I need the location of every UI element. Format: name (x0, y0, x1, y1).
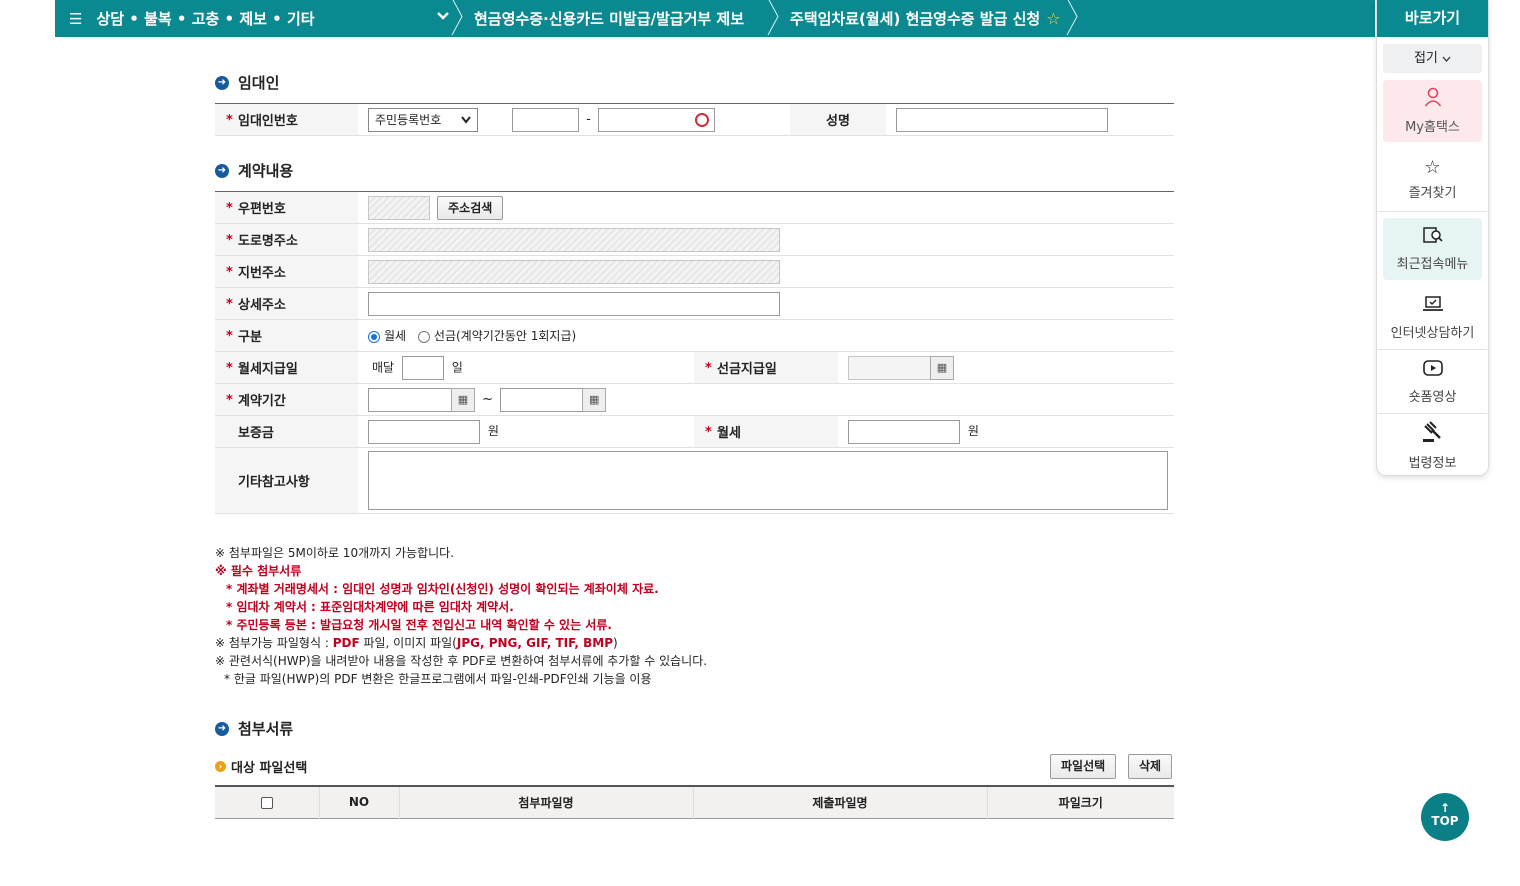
select-all-checkbox[interactable] (260, 796, 273, 809)
zip-input (368, 195, 430, 220)
section-contract-heading: ➜ 계약내용 (215, 160, 293, 181)
breadcrumb-label: 현금영수증·신용카드 미발급/발급거부 제보 (474, 10, 745, 28)
favorite-star-icon[interactable]: ☆ (1046, 9, 1060, 28)
file-select-heading: › 대상 파일선택 (215, 757, 307, 776)
rent-input[interactable] (848, 419, 960, 444)
scroll-top-button[interactable]: ↑ TOP (1421, 793, 1469, 841)
calendar-icon[interactable]: ▦ (451, 387, 475, 412)
prepay-date-input (848, 355, 931, 380)
recent-search-icon (1422, 226, 1443, 249)
id-front-input[interactable] (512, 107, 579, 132)
landlord-id-label: * 임대인번호 (215, 103, 358, 136)
quick-menu-panel: 바로가기 접기 My홈택스 ☆ 즐겨찾기 최근접속메뉴 인터넷상담하기 숏폼영상… (1376, 0, 1489, 476)
id-type-select[interactable]: 주민등록번호 (368, 107, 478, 132)
id-back-input[interactable] (597, 107, 715, 132)
quick-favorites[interactable]: ☆ 즐겨찾기 (1378, 148, 1487, 212)
cut-off-text (215, 37, 1085, 44)
rent-label: 월세 (717, 426, 741, 441)
gavel-icon (1421, 421, 1445, 448)
deposit-input[interactable] (368, 419, 480, 444)
attachment-notes: ※ 첨부파일은 5M이하로 10개까지 가능합니다. ※ 필수 첨부서류 * 계… (215, 546, 708, 686)
radio-prepay[interactable] (417, 330, 430, 343)
quick-my-hometax[interactable]: My홈택스 (1383, 80, 1482, 142)
address-search-button[interactable]: 주소검색 (437, 195, 504, 220)
eye-toggle-icon[interactable] (694, 112, 709, 127)
file-select-button[interactable]: 파일선택 (1050, 754, 1117, 779)
col-submit-name: 제출파일명 (692, 786, 987, 818)
arrow-dot-icon: › (215, 761, 226, 772)
breadcrumb-separator-icon (1065, 0, 1079, 39)
road-address-input (368, 227, 780, 252)
calendar-icon[interactable]: ▦ (930, 355, 954, 380)
pay-day-label: 월세지급일 (238, 362, 298, 377)
period-label: 계약기간 (238, 394, 286, 409)
col-no: NO (318, 786, 399, 818)
section-attachments-heading: ➜ 첨부서류 (215, 718, 293, 739)
quick-menu-title: 바로가기 (1377, 0, 1488, 37)
contract-form: * 우편번호 주소검색 * 도로명주소 * 지번주소 * 상세주소 * 구분 월세 선금(… (215, 191, 1174, 514)
fold-button[interactable]: 접기 (1383, 44, 1482, 73)
period-start-input[interactable] (368, 387, 452, 412)
radio-prepay-label: 선금(계약기간동안 1회지급) (433, 329, 577, 343)
name-label: 성명 (790, 103, 886, 136)
page-title: 주택임차료(월세) 현금영수증 발급 신청 (790, 10, 1041, 28)
section-title: 첨부서류 (238, 720, 294, 738)
quick-law-info[interactable]: 법령정보 (1378, 414, 1487, 478)
detail-address-input[interactable] (368, 291, 780, 316)
file-delete-button[interactable]: 삭제 (1128, 754, 1173, 779)
radio-monthly-label: 월세 (384, 329, 407, 343)
section-landlord-heading: ➜ 임대인 (215, 72, 279, 93)
laptop-icon (1422, 295, 1444, 318)
chevron-down-icon (1442, 56, 1451, 62)
name-input[interactable] (896, 107, 1108, 132)
prepay-day-label: 선금지급일 (717, 362, 777, 377)
jibun-address-input (368, 259, 780, 284)
arrow-circle-icon: ➜ (215, 75, 229, 90)
play-icon (1422, 359, 1444, 382)
type-label: 구분 (238, 330, 262, 345)
jibun-address-label: 지번주소 (238, 266, 286, 281)
select-arrow-icon (461, 115, 471, 124)
file-table: NO 첨부파일명 제출파일명 파일크기 (215, 785, 1174, 819)
road-address-label: 도로명주소 (238, 234, 298, 249)
etc-label: 기타참고사항 (238, 475, 310, 490)
quick-short-video[interactable]: 숏폼영상 (1378, 350, 1487, 414)
breadcrumb-separator-icon (766, 0, 780, 39)
quick-recent-menu[interactable]: 최근접속메뉴 (1383, 218, 1482, 280)
arrow-circle-icon: ➜ (215, 163, 229, 178)
quick-online-consult[interactable]: 인터넷상담하기 (1378, 286, 1487, 350)
landlord-form: * 임대인번호 주민등록번호 - 성명 (215, 103, 1174, 136)
category-menu-label: 상담 • 불복 • 고충 • 제보 • 기타 (96, 10, 315, 28)
section-title: 계약내용 (238, 162, 294, 180)
category-menu[interactable]: ☰ 상담 • 불복 • 고충 • 제보 • 기타 (55, 0, 450, 37)
section-title: 임대인 (238, 74, 280, 92)
detail-address-label: 상세주소 (238, 298, 286, 313)
chevron-down-icon[interactable] (436, 9, 450, 27)
user-icon (1424, 87, 1442, 112)
star-icon: ☆ (1424, 157, 1441, 178)
col-attach-name: 첨부파일명 (398, 786, 693, 818)
arrow-circle-icon: ➜ (215, 721, 229, 736)
radio-monthly[interactable] (368, 330, 380, 343)
col-file-size: 파일크기 (986, 786, 1174, 818)
period-end-input[interactable] (500, 387, 584, 412)
breadcrumb-separator-icon (450, 0, 464, 39)
zip-label: 우편번호 (238, 202, 286, 217)
breadcrumb-item-current: 주택임차료(월세) 현금영수증 발급 신청 ☆ (780, 0, 1065, 37)
pay-day-input[interactable] (401, 355, 444, 380)
hamburger-icon: ☰ (69, 9, 83, 28)
etc-textarea[interactable] (368, 451, 1168, 510)
deposit-label: 보증금 (238, 426, 274, 441)
breadcrumb-item-1[interactable]: 현금영수증·신용카드 미발급/발급거부 제보 (464, 0, 766, 37)
calendar-icon[interactable]: ▦ (582, 387, 607, 412)
top-nav-bar: ☰ 상담 • 불복 • 고충 • 제보 • 기타 현금영수증·신용카드 미발급/… (55, 0, 1375, 37)
